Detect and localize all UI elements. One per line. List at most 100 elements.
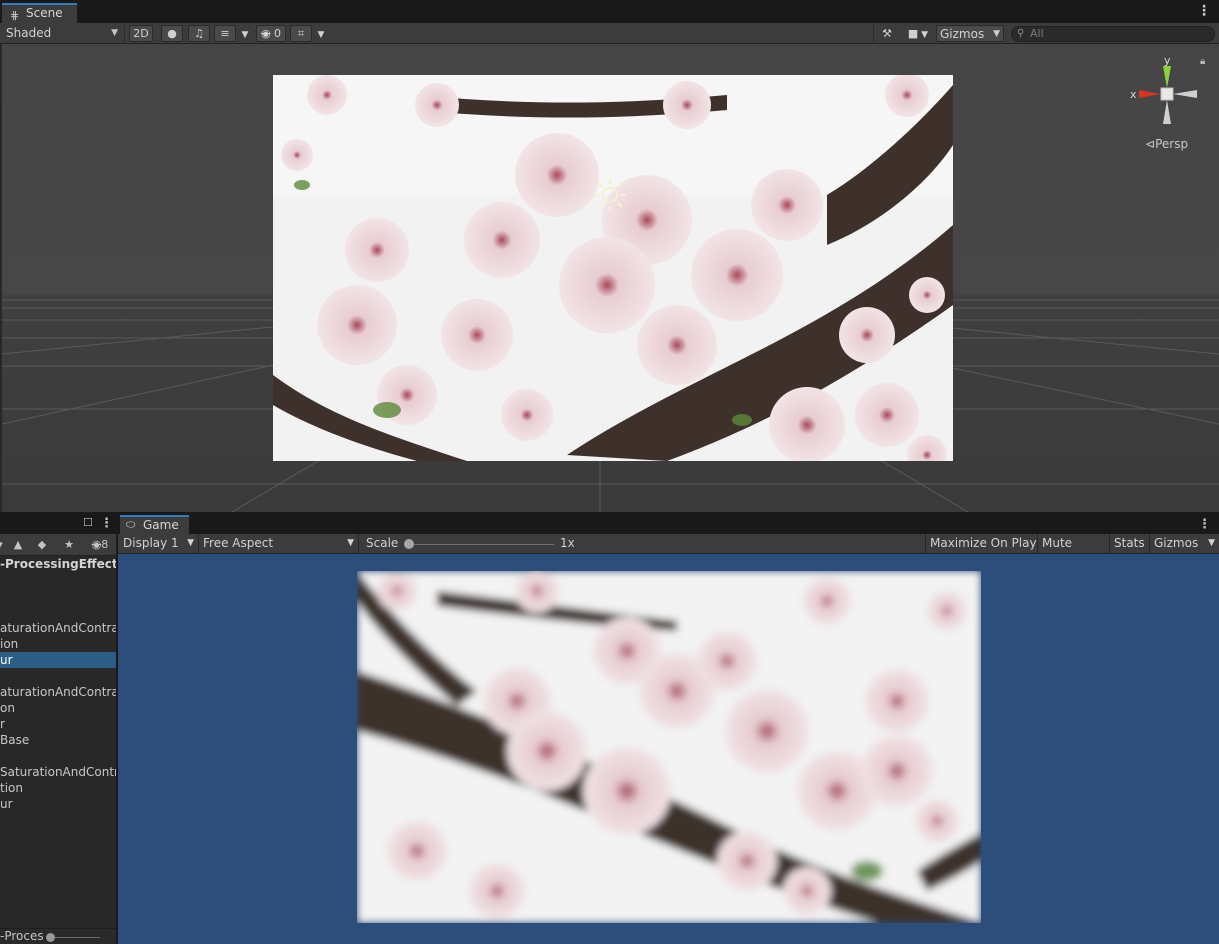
projection-label: Persp [1155,137,1189,151]
hierarchy-footer: -Proces [0,928,116,944]
orientation-gizmo[interactable]: y x [1129,56,1211,136]
projection-icon: ⊲ [1145,137,1156,151]
game-menu-icon[interactable]: ⋮ [1198,517,1211,532]
maximize-on-play-toggle[interactable]: Maximize On Play [925,534,1037,554]
hierarchy-item[interactable] [0,668,116,684]
hierarchy-item[interactable]: aturationAndContras [0,620,116,636]
game-view[interactable] [118,554,1219,944]
hierarchy-root-item[interactable]: -ProcessingEffects [0,556,116,572]
chevron-down-icon: ▼ [918,30,929,40]
visibility-icon: ◉ [260,27,271,40]
chevron-down-icon: ▼ [241,30,249,40]
lighting-toggle[interactable]: ● [161,25,183,42]
lock-icon[interactable]: ☐ [83,516,93,529]
audio-toggle[interactable]: ♫ [188,25,210,42]
mute-audio-toggle[interactable]: Mute Audio [1037,534,1109,569]
scene-search-placeholder: All [1030,27,1044,40]
visibility-toggle[interactable]: ◉8 [86,537,114,553]
hierarchy-item[interactable]: SaturationAndContras [0,764,116,780]
chevron-down-icon: ▼ [1208,538,1215,548]
grid-dropdown[interactable]: ▼ [313,25,329,42]
shading-mode-dropdown[interactable]: Shaded ▼ [0,23,122,44]
hierarchy-item[interactable]: Base [0,732,116,748]
axis-y-label: y [1164,56,1171,67]
sun-icon[interactable] [593,178,627,212]
tag-icon[interactable]: ◆ [32,537,52,553]
hierarchy-item[interactable]: ur [0,796,116,812]
tools-button[interactable]: ⚒ [876,25,898,42]
separator [358,534,359,554]
hierarchy-item[interactable] [0,604,116,620]
game-toolbar: Display 1 ▼ Free Aspect ▼ Scale 1x Maxim… [118,534,1219,569]
projection-toggle[interactable]: ⊲Persp [1145,137,1188,151]
hierarchy-zoom-track[interactable] [50,937,100,938]
scene-tab-bar: ⋕ Scene ⋮ [0,0,1219,23]
game-gizmos-label: Gizmos [1154,536,1199,550]
chevron-down-icon: ▼ [993,29,1000,39]
scene-search-input[interactable]: ⚲ All [1011,26,1215,42]
camera-icon: ■ [907,27,919,40]
game-tab-bar: ⬭ Game ⋮ [118,514,1219,534]
hierarchy-footer-label: -Proces [0,929,44,943]
hierarchy-item[interactable] [0,588,116,604]
game-gizmos-dropdown[interactable]: Gizmos ▼ [1149,534,1219,554]
scene-photo-quad[interactable] [267,75,959,461]
dropdown-icon[interactable]: ▾ [0,537,4,553]
hierarchy-item[interactable]: ion [0,636,116,652]
hierarchy-item[interactable] [0,572,116,588]
scene-window: ⋕ Scene ⋮ Shaded ▼ 2D ● ♫ ≡ ▼ ◉ 0 ⌗ ▼ ⚒ … [0,0,1219,512]
lock-icon[interactable]: 🔒︎ [1200,56,1205,67]
gizmos-dropdown[interactable]: Gizmos ▼ [936,25,1004,42]
display-dropdown[interactable]: Display 1 ▼ [118,534,198,554]
grid-snap-icon: ⌗ [297,27,305,40]
chevron-down-icon: ▼ [347,538,354,548]
shading-mode-label: Shaded [6,26,52,40]
scale-value: 1x [560,536,575,550]
star-icon[interactable]: ★ [59,537,79,553]
aspect-dropdown[interactable]: Free Aspect ▼ [198,534,358,554]
tab-scene[interactable]: ⋕ Scene [2,3,77,23]
scene-toolbar: Shaded ▼ 2D ● ♫ ≡ ▼ ◉ 0 ⌗ ▼ ⚒ ■ ▼ Gizmos… [0,23,1219,44]
tab-game[interactable]: ⬭ Game [120,515,189,534]
effects-icon: ≡ [220,27,230,40]
gamepad-icon: ⬭ [126,518,136,531]
hierarchy-zoom-knob[interactable] [46,933,55,942]
scene-viewport[interactable]: y x 🔒︎ ⊲Persp [2,44,1219,512]
stats-toggle[interactable]: Stats [1109,534,1149,554]
hierarchy-item[interactable]: ur [0,652,116,668]
scale-slider-knob[interactable] [404,539,414,549]
hidden-count: 0 [274,27,282,40]
visibility-icon: ◉ [91,538,102,551]
hierarchy-item[interactable]: on [0,700,116,716]
game-window: ⬭ Game ⋮ Display 1 ▼ Free Aspect ▼ Scale… [118,514,1219,944]
chevron-down-icon: ▼ [187,538,194,548]
hierarchy-menu-icon[interactable]: ⋮ [100,516,113,531]
scale-label: Scale [366,536,399,550]
hierarchy-item[interactable]: tion [0,780,116,796]
axis-x-label: x [1130,88,1137,101]
search-icon: ⚲ [1017,28,1025,39]
tab-game-label: Game [143,518,179,532]
hierarchy-tab-bar: ☐ ⋮ [0,514,116,534]
hierarchy-hidden-count: 8 [101,538,109,551]
chevron-down-icon: ▼ [111,28,118,38]
grid-snap-toggle[interactable]: ⌗ [290,25,312,42]
toggle-2d-button[interactable]: 2D [129,25,153,42]
audio-icon: ♫ [194,27,204,40]
camera-dropdown[interactable]: ■ ▼ [902,25,934,42]
hierarchy-item[interactable] [0,748,116,764]
grid-icon: ⋕ [10,9,20,22]
aspect-label: Free Aspect [203,536,274,550]
separator [124,25,125,42]
effects-dropdown[interactable]: ▼ [237,25,253,42]
effects-toggle[interactable]: ≡ [214,25,236,42]
gizmos-label: Gizmos [940,27,985,41]
scene-filter-icon[interactable]: ▲ [8,537,28,553]
scene-visibility-toggle[interactable]: ◉ 0 [256,25,286,42]
hierarchy-item[interactable]: r [0,716,116,732]
hierarchy-item[interactable]: aturationAndContrast [0,684,116,700]
tab-scene-label: Scene [26,6,63,20]
chevron-down-icon: ▼ [317,30,325,40]
scene-menu-icon[interactable]: ⋮ [1197,4,1211,18]
scale-slider-track[interactable] [408,544,554,545]
